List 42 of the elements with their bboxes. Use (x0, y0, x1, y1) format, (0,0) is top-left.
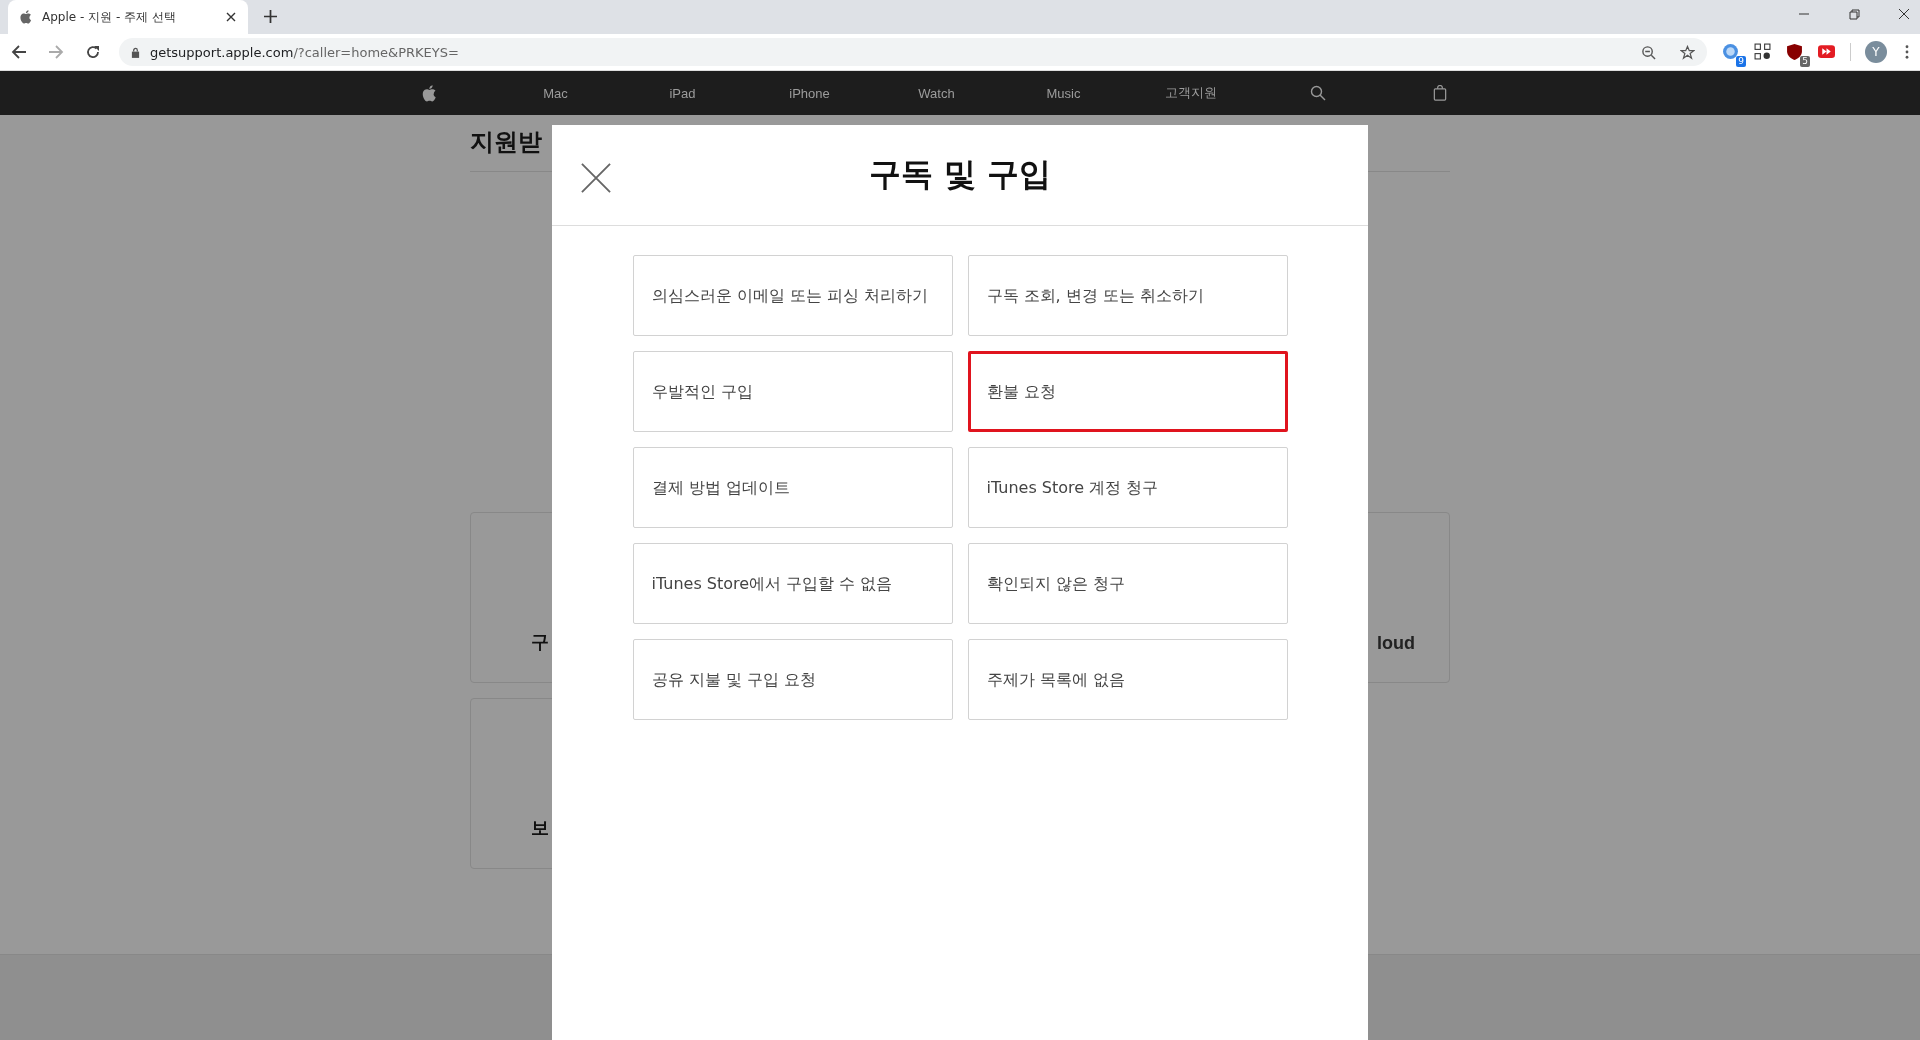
topic-option[interactable]: iTunes Store 계정 청구 (967, 447, 1288, 528)
globe-icon[interactable] (1722, 43, 1739, 60)
apple-icon[interactable] (422, 84, 437, 102)
bag-icon[interactable] (1432, 85, 1448, 101)
topic-option[interactable]: 우발적인 구입 (632, 351, 953, 432)
topic-option[interactable]: 주제가 목록에 없음 (967, 639, 1288, 720)
star-icon[interactable] (1680, 44, 1695, 60)
topic-option[interactable]: 환불 요청 (967, 351, 1288, 432)
topic-option[interactable]: 의심스러운 이메일 또는 피싱 처리하기 (632, 255, 953, 336)
back-icon[interactable] (11, 44, 27, 60)
nav-link[interactable]: iPhone (746, 85, 873, 101)
nav-link[interactable]: Watch (873, 85, 1000, 101)
close-icon[interactable] (581, 163, 611, 193)
page-heading: 지원받 (470, 127, 542, 157)
lock-icon (131, 46, 140, 58)
close-icon[interactable] (226, 12, 236, 22)
close-icon[interactable] (1898, 8, 1910, 20)
new-tab-icon[interactable] (264, 10, 277, 23)
topic-option[interactable]: 구독 조회, 변경 또는 취소하기 (967, 255, 1288, 336)
menu-icon[interactable] (1905, 45, 1909, 59)
reload-icon[interactable] (85, 44, 101, 60)
nav-link[interactable]: 고객지원 (1127, 84, 1254, 102)
zoom-out-icon[interactable] (1641, 44, 1656, 60)
badge: 5 (1800, 56, 1810, 67)
modal-title: 구독 및 구입 (868, 154, 1052, 195)
fast-forward-icon[interactable] (1818, 43, 1835, 60)
address-field[interactable]: getsupport.apple.com/?caller=home&PRKEYS= (119, 38, 1707, 66)
restore-icon[interactable] (1848, 8, 1860, 20)
search-icon[interactable] (1310, 85, 1326, 101)
badge: 9 (1736, 56, 1746, 67)
topic-option[interactable]: 결제 방법 업데이트 (632, 447, 953, 528)
tab-title: Apple - 지원 - 주제 선택 (42, 8, 177, 26)
nav-link[interactable]: Music (1000, 85, 1127, 101)
topic-option[interactable]: 확인되지 않은 청구 (967, 543, 1288, 624)
browser-tab[interactable]: Apple - 지원 - 주제 선택 (8, 0, 248, 34)
topic-option[interactable]: 공유 지불 및 구입 요청 (632, 639, 953, 720)
shield-icon[interactable] (1786, 43, 1803, 60)
topic-option[interactable]: iTunes Store에서 구입할 수 없음 (632, 543, 953, 624)
apple-icon (20, 10, 32, 24)
nav-link[interactable]: Mac (492, 85, 619, 101)
qr-code-icon[interactable] (1754, 43, 1771, 60)
nav-link[interactable]: iPad (619, 85, 746, 101)
